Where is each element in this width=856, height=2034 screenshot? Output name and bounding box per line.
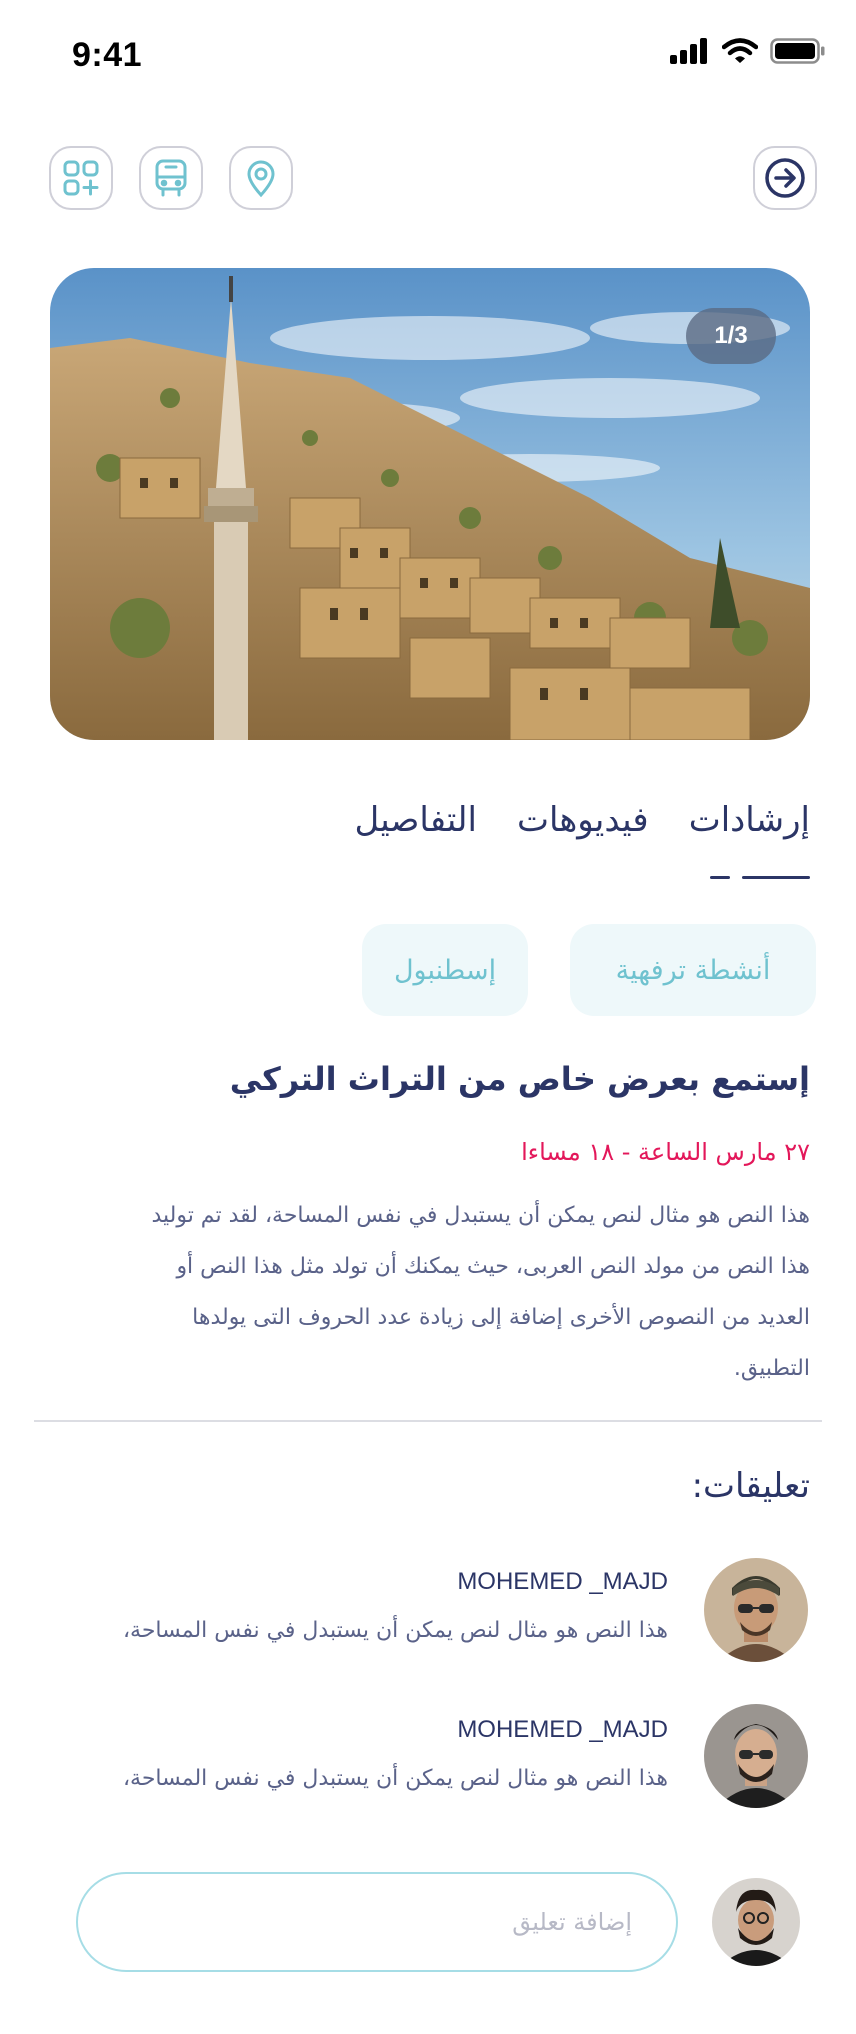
add-comment-input[interactable]: [76, 1872, 678, 1972]
event-description: هذا النص هو مثال لنص يمكن أن يستبدل في ن…: [151, 1203, 810, 1381]
event-time: ٢٧ مارس الساعة - ١٨ مساءا: [521, 1138, 810, 1166]
arrow-right-circle-icon: [763, 156, 807, 200]
event-title: إستمع بعرض خاص من التراث التركي: [229, 1060, 810, 1098]
location-button[interactable]: [229, 146, 293, 210]
divider: [34, 1420, 822, 1422]
content-tabs: التفاصيل فيديوهات إرشادات: [354, 800, 810, 840]
apps-add-button[interactable]: [49, 146, 113, 210]
tab-details[interactable]: التفاصيل: [354, 800, 477, 840]
bus-button[interactable]: [139, 146, 203, 210]
battery-icon: [770, 38, 826, 68]
wifi-icon: [721, 38, 759, 68]
tag-istanbul[interactable]: إسطنبول: [362, 924, 528, 1016]
current-user-avatar[interactable]: [712, 1878, 800, 1966]
status-time: 9:41: [72, 36, 143, 74]
image-counter: 1/3: [686, 308, 776, 364]
tab-guidelines[interactable]: إرشادات: [689, 800, 810, 840]
comment-text: هذا النص هو مثال لنص يمكن أن يستبدل في ن…: [122, 1766, 668, 1791]
bus-icon: [151, 158, 191, 198]
comments-heading: تعليقات:: [691, 1466, 810, 1506]
forward-button[interactable]: [753, 146, 817, 210]
active-tab-indicator: [742, 876, 810, 879]
status-icons: [670, 38, 826, 68]
active-tab-indicator-dot: [710, 876, 730, 879]
signal-icon: [670, 38, 710, 68]
comment-username: MOHEMED _MAJD: [457, 1568, 668, 1595]
avatar[interactable]: [704, 1558, 808, 1662]
avatar[interactable]: [704, 1704, 808, 1808]
tag-recreational-activities[interactable]: أنشطة ترفهية: [570, 924, 816, 1016]
tab-videos[interactable]: فيديوهات: [517, 800, 649, 840]
status-bar: 9:41: [0, 0, 856, 110]
comment-username: MOHEMED _MAJD: [457, 1716, 668, 1743]
location-pin-icon: [241, 158, 281, 198]
hero-image[interactable]: 1/3: [50, 268, 810, 740]
comment-text: هذا النص هو مثال لنص يمكن أن يستبدل في ن…: [122, 1618, 668, 1643]
apps-add-icon: [61, 158, 101, 198]
